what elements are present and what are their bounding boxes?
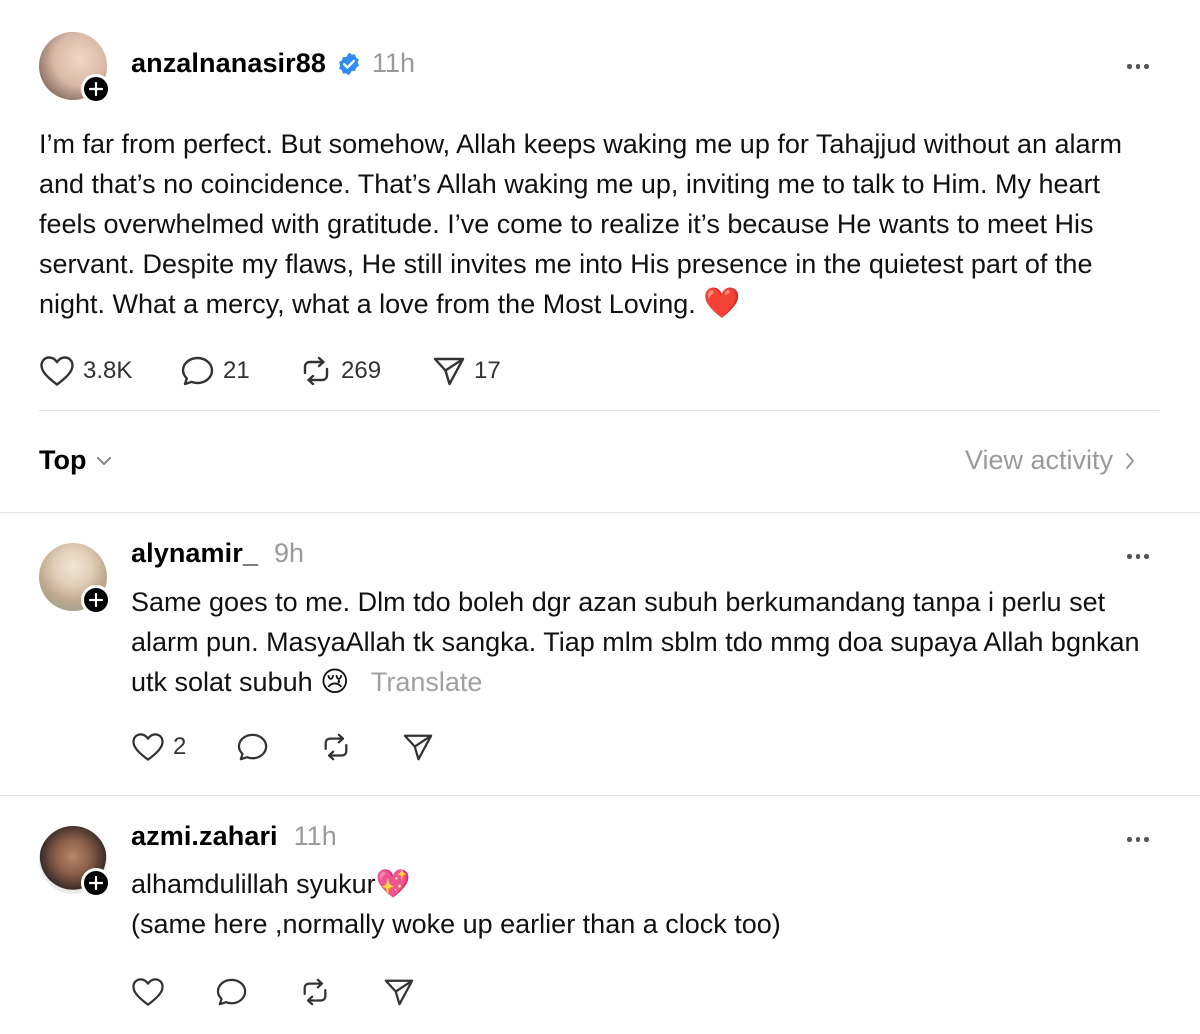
post-time: 11h: [372, 48, 416, 78]
reply-button[interactable]: 21: [181, 355, 250, 387]
comment-username[interactable]: alynamir_: [131, 538, 258, 569]
comment-time: 9h: [273, 538, 305, 568]
comment-text: Same goes to me. Dlm tdo boleh dgr azan …: [131, 587, 1140, 697]
red-heart-emoji-icon: ❤️: [703, 287, 741, 320]
view-activity-label: View activity: [965, 445, 1114, 475]
comment-share-button[interactable]: [383, 977, 415, 1007]
comment-repost-button[interactable]: [320, 732, 352, 762]
comment-body: alhamdulillah syukur💖 (same here ,normal…: [131, 864, 1171, 944]
comment-more-icon[interactable]: [1127, 837, 1149, 842]
repost-count: 269: [341, 357, 382, 384]
comment-more-icon[interactable]: [1127, 554, 1149, 559]
share-icon: [384, 979, 414, 1006]
comment-repost-button[interactable]: [299, 977, 331, 1007]
comment-share-button[interactable]: [402, 732, 434, 762]
translate-link[interactable]: Translate: [371, 667, 483, 697]
post-username[interactable]: anzalnanasir88: [131, 48, 326, 79]
heart-icon: [132, 733, 164, 761]
sort-dropdown[interactable]: Top: [39, 445, 112, 476]
follow-plus-icon[interactable]: [81, 868, 111, 898]
comment-text: alhamdulillah syukur: [131, 869, 376, 899]
comment-header: alynamir_ 9h: [131, 538, 304, 569]
post-divider: [39, 410, 1159, 411]
follow-plus-icon[interactable]: [81, 585, 111, 615]
comment-header: azmi.zahari 11h: [131, 821, 337, 852]
comment-author-avatar[interactable]: [39, 826, 111, 898]
post-author-avatar[interactable]: [39, 32, 111, 104]
comment-like-button[interactable]: [131, 977, 165, 1007]
share-count: 17: [474, 357, 501, 384]
post-text: I’m far from perfect. But somehow, Allah…: [39, 129, 1123, 319]
comment-username[interactable]: azmi.zahari: [131, 821, 278, 852]
heart-icon: [40, 356, 74, 386]
chevron-down-icon: [97, 456, 112, 465]
verified-badge-icon: [336, 51, 362, 77]
repost-icon: [303, 356, 329, 386]
repost-button[interactable]: 269: [299, 355, 381, 387]
post-body: I’m far from perfect. But somehow, Allah…: [39, 124, 1164, 324]
heart-icon: [132, 978, 164, 1006]
view-activity-link[interactable]: View activity: [965, 445, 1135, 476]
reply-count: 21: [223, 357, 250, 384]
comment-icon: [237, 733, 268, 761]
follow-plus-icon[interactable]: [81, 74, 111, 104]
comment-body: Same goes to me. Dlm tdo boleh dgr azan …: [131, 582, 1171, 702]
comment-text: (same here ,normally woke up earlier tha…: [131, 909, 781, 939]
comment-icon: [181, 356, 214, 386]
like-count: 3.8K: [83, 357, 133, 384]
crying-face-emoji-icon: 😢: [320, 666, 350, 697]
comment-like-count: 2: [173, 733, 187, 760]
section-divider: [0, 512, 1200, 513]
share-icon: [403, 734, 433, 761]
comment-icon: [216, 978, 247, 1006]
repost-icon: [303, 978, 327, 1006]
like-button[interactable]: 3.8K: [39, 355, 132, 387]
comment-line: alhamdulillah syukur💖: [131, 864, 1171, 904]
comment-reply-button[interactable]: [237, 732, 269, 762]
post-more-icon[interactable]: [1127, 64, 1149, 69]
comment-reply-button[interactable]: [216, 977, 248, 1007]
share-button[interactable]: 17: [432, 355, 501, 387]
repost-icon: [324, 733, 348, 761]
chevron-right-icon: [1126, 452, 1135, 469]
comment-divider: [0, 795, 1200, 796]
sparkling-heart-emoji-icon: 💖: [375, 868, 411, 899]
sort-label: Top: [39, 445, 87, 475]
comment-like-button[interactable]: 2: [131, 732, 186, 762]
comment-author-avatar[interactable]: [39, 543, 111, 615]
comment-time: 11h: [293, 821, 337, 851]
share-icon: [433, 357, 465, 386]
post-header: anzalnanasir88 11h: [131, 48, 415, 79]
